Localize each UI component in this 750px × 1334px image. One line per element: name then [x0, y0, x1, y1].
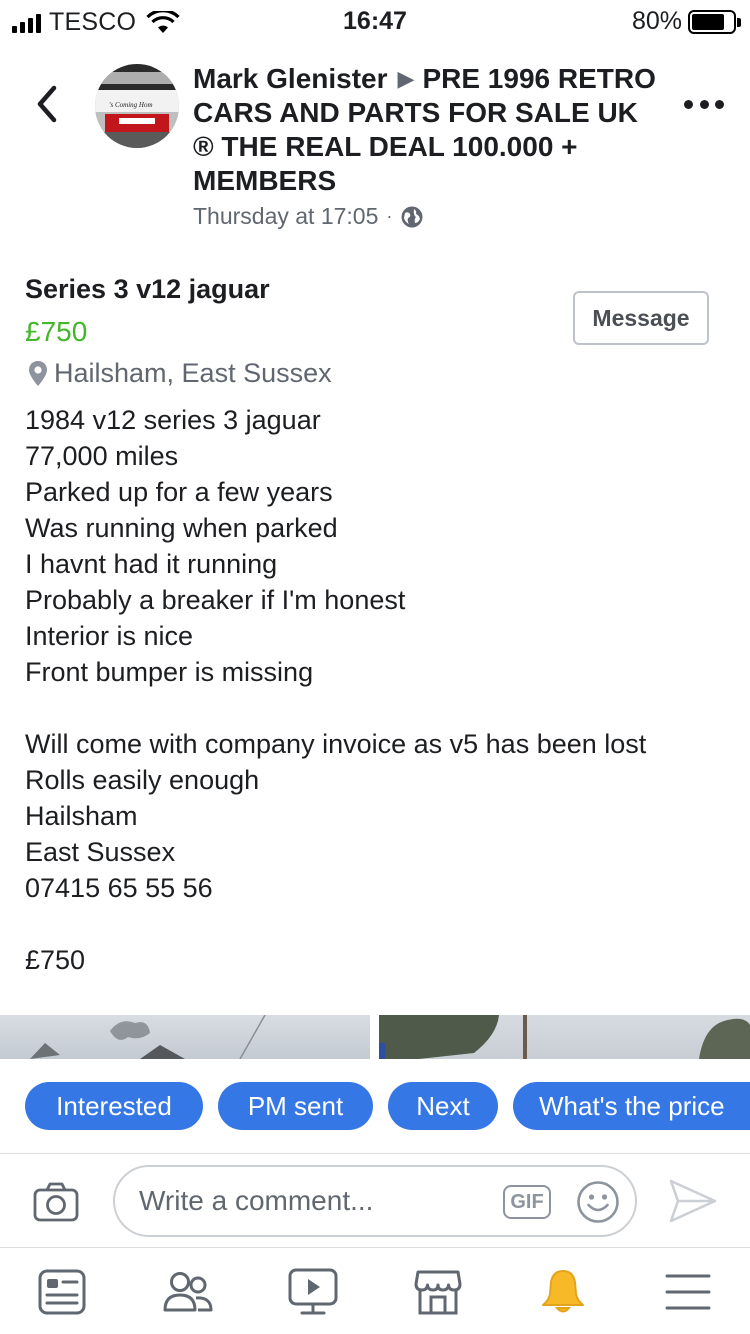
send-button[interactable]	[668, 1178, 718, 1224]
description-line: Was running when parked	[25, 513, 338, 543]
gif-button[interactable]: GIF	[503, 1185, 551, 1219]
more-options-button[interactable]	[684, 96, 724, 112]
description-line: 07415 65 55 56	[25, 873, 213, 903]
comment-box: GIF	[113, 1165, 637, 1237]
watch-icon	[288, 1268, 338, 1315]
avatar[interactable]: 's Coming Hom	[95, 64, 179, 148]
quick-reply-next[interactable]: Next	[388, 1082, 498, 1130]
description-line: £750	[25, 945, 86, 975]
description-line: Hailsham	[25, 801, 138, 831]
camera-icon	[33, 1182, 79, 1222]
description-line: 77,000 miles	[25, 441, 179, 471]
description-line	[25, 906, 725, 942]
tab-groups[interactable]	[158, 1266, 218, 1318]
post-timestamp[interactable]: Thursday at 17:05	[193, 203, 378, 230]
post-title: Mark Glenister ▶ PRE 1996 RETRO CARS AND P…	[193, 62, 663, 198]
notifications-icon	[542, 1270, 584, 1313]
description-line: Rolls easily enough	[25, 765, 260, 795]
author-name[interactable]: Mark Glenister	[193, 63, 388, 94]
send-icon	[669, 1179, 717, 1223]
listing-photo[interactable]	[379, 1015, 750, 1059]
battery-icon	[688, 9, 741, 34]
globe-icon	[401, 206, 423, 227]
listing-photo[interactable]	[0, 1015, 370, 1059]
triangle-right-icon: ▶	[397, 66, 415, 91]
comment-composer: GIF	[0, 1153, 750, 1247]
post-meta: Thursday at 17:05 ·	[193, 203, 424, 230]
description-line: Interior is nice	[25, 621, 194, 651]
tab-news-feed[interactable]	[32, 1266, 92, 1318]
listing-price: £750	[25, 316, 88, 347]
description-line: Front bumper is missing	[25, 657, 314, 687]
chevron-left-icon	[37, 85, 57, 123]
listing-description: 1984 v12 series 3 jaguar 77,000 miles Pa…	[25, 402, 725, 978]
quick-reply-interested[interactable]: Interested	[25, 1082, 203, 1130]
tab-watch[interactable]	[283, 1266, 343, 1318]
tab-menu[interactable]	[658, 1266, 718, 1318]
listing-photos	[0, 1015, 750, 1059]
groups-icon	[163, 1272, 213, 1312]
bottom-tab-bar	[0, 1247, 750, 1334]
message-seller-button[interactable]: Message	[573, 291, 709, 345]
description-line: I havnt had it running	[25, 549, 278, 579]
tab-marketplace[interactable]	[408, 1266, 468, 1318]
more-dots-icon	[684, 99, 693, 109]
description-line: Parked up for a few years	[25, 477, 333, 507]
quick-replies: Interested PM sent Next What's the price	[0, 1059, 750, 1153]
description-line	[25, 690, 725, 726]
quick-reply-whats-the-price[interactable]: What's the price	[513, 1082, 750, 1130]
group-photo-image: 's Coming Hom	[95, 64, 179, 148]
location-pin-icon	[29, 361, 47, 386]
marketplace-icon	[414, 1270, 462, 1315]
status-bar: TESCO 16:47 80%	[0, 0, 750, 40]
listing-title: Series 3 v12 jaguar	[25, 274, 270, 304]
comment-input[interactable]	[139, 1181, 499, 1221]
quick-reply-pm-sent[interactable]: PM sent	[218, 1082, 373, 1130]
listing-location: Hailsham, East Sussex	[28, 358, 332, 389]
description-line: East Sussex	[25, 837, 176, 867]
avatar-text: 's Coming Hom	[109, 101, 153, 109]
menu-icon	[665, 1274, 711, 1310]
description-line: 1984 v12 series 3 jaguar	[25, 405, 321, 435]
smiley-icon	[577, 1181, 619, 1223]
emoji-button[interactable]	[576, 1180, 620, 1224]
description-line: Probably a breaker if I'm honest	[25, 585, 406, 615]
facebook-post-screen: TESCO 16:47 80% 's Coming Hom Mark Gleni…	[0, 0, 750, 1334]
back-button[interactable]	[30, 82, 66, 126]
camera-button[interactable]	[33, 1182, 79, 1222]
battery-percentage: 80%	[631, 7, 682, 35]
description-line: Will come with company invoice as v5 has…	[25, 729, 647, 759]
tab-notifications[interactable]	[533, 1266, 593, 1318]
location-text: Hailsham, East Sussex	[54, 358, 332, 388]
news-feed-icon	[38, 1269, 86, 1315]
